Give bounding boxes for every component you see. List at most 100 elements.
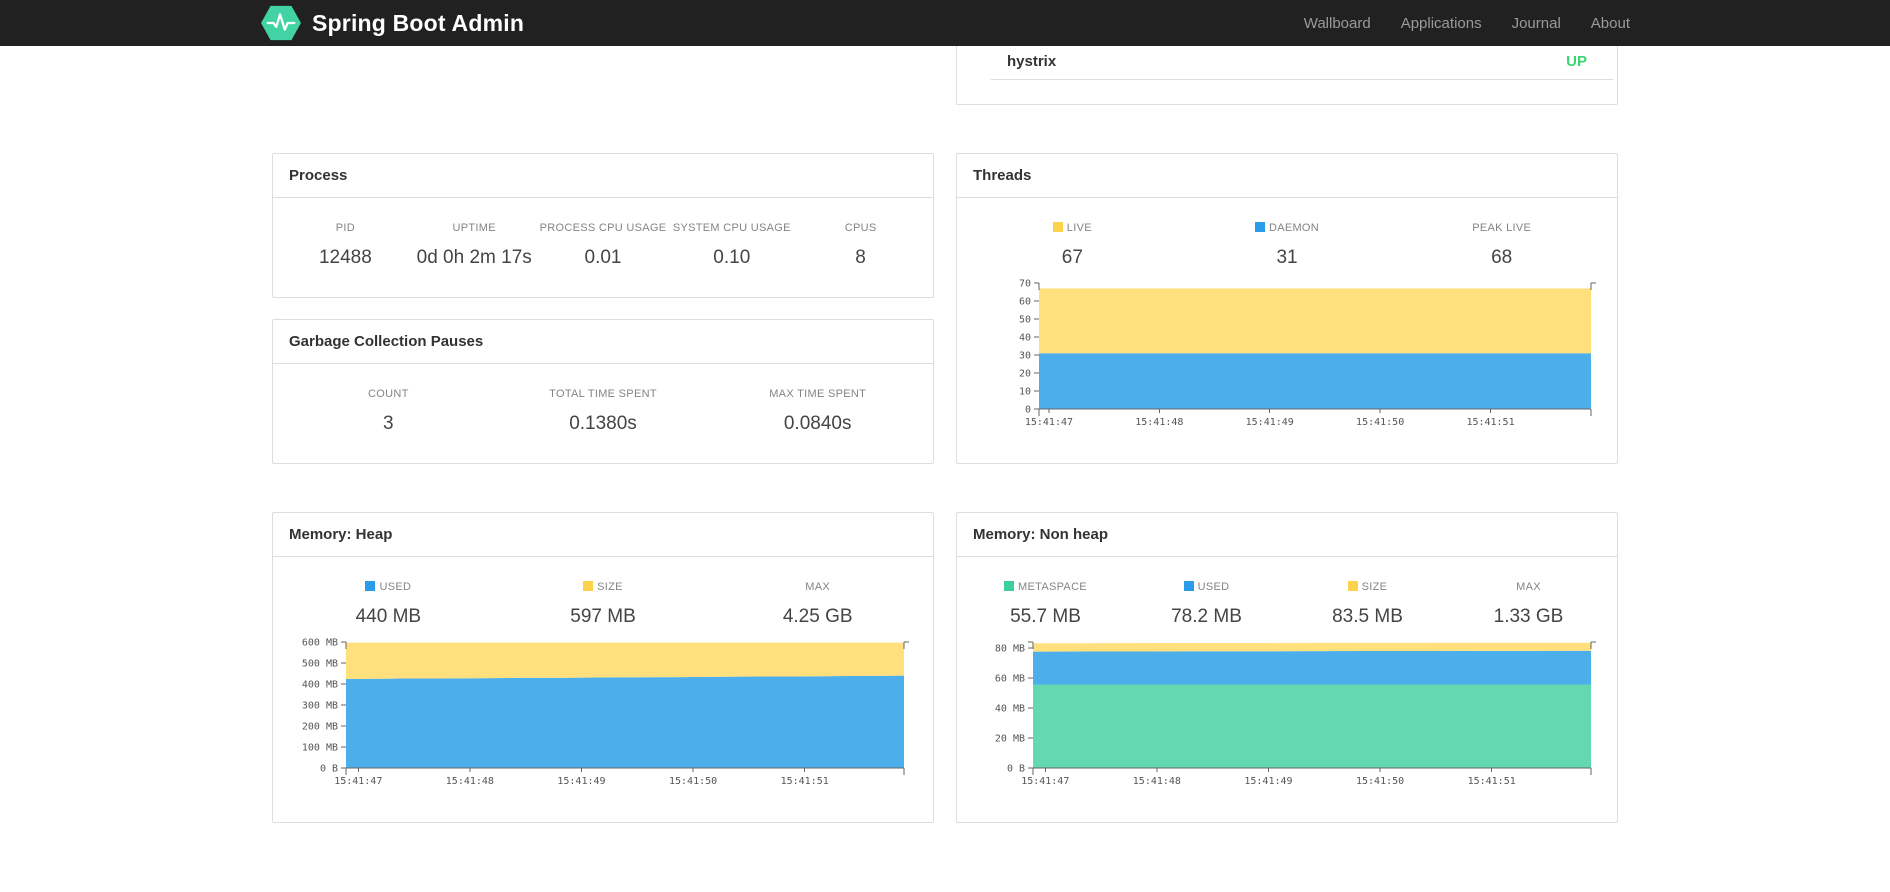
memory-heap-panel: Memory: Heap USED 440 MB SIZE 597 MB MAX… <box>272 512 934 823</box>
svg-text:500 MB: 500 MB <box>302 659 338 670</box>
stat-process-cpu-usage: PROCESS CPU USAGE 0.01 <box>539 222 668 269</box>
stat-label: PID <box>335 222 356 234</box>
live-legend-swatch <box>1052 222 1063 232</box>
stat-uptime: UPTIME 0d 0h 2m 17s <box>410 222 539 269</box>
svg-text:15:41:49: 15:41:49 <box>1246 417 1294 428</box>
svg-text:15:41:50: 15:41:50 <box>1356 417 1404 428</box>
main-content: hystrix UP Process PID 12488 UPTIME 0d 0… <box>272 46 1618 866</box>
stat-used: USED 440 MB <box>281 581 496 628</box>
stat-label: SIZE <box>496 581 711 593</box>
stat-label: MAX <box>805 581 831 593</box>
svg-text:15:41:47: 15:41:47 <box>334 776 382 787</box>
stat-label: TOTAL TIME SPENT <box>549 388 657 400</box>
svg-text:70: 70 <box>1019 279 1031 290</box>
stat-value: 0.1380s <box>569 413 637 434</box>
svg-text:50: 50 <box>1019 315 1031 326</box>
stat-value: 4.25 GB <box>782 606 853 627</box>
used-legend-swatch <box>365 581 376 591</box>
stat-label: COUNT <box>368 388 409 400</box>
stat-metaspace: METASPACE 55.7 MB <box>965 581 1126 628</box>
stat-total-time-spent: TOTAL TIME SPENT 0.1380s <box>496 388 711 435</box>
stat-value: 78.2 MB <box>1171 606 1242 627</box>
memory-heap-area-chart: 0 B 100 MB 200 MB 300 MB 400 MB 500 MB 600 MB 1… <box>302 638 909 787</box>
svg-text:40 MB: 40 MB <box>995 704 1025 715</box>
stat-value: 3 <box>383 413 394 434</box>
size-legend-swatch <box>1347 581 1358 591</box>
panel-title: Memory: Heap <box>273 513 933 557</box>
svg-text:600 MB: 600 MB <box>302 638 338 649</box>
stat-value: 0.0840s <box>783 413 852 434</box>
svg-text:60 MB: 60 MB <box>995 674 1025 685</box>
svg-text:15:41:50: 15:41:50 <box>1356 776 1404 787</box>
stat-label: PEAK LIVE <box>1472 222 1532 234</box>
svg-text:30: 30 <box>1019 351 1031 362</box>
application-status-row[interactable]: hystrix UP <box>991 46 1613 79</box>
stat-label: SIZE <box>1287 581 1448 593</box>
stat-value: 0.01 <box>584 247 622 268</box>
stat-value: 12488 <box>318 247 372 268</box>
stat-daemon: DAEMON 31 <box>1180 222 1395 269</box>
nav-links: Wallboard Applications Journal About <box>1274 15 1630 32</box>
brand[interactable]: Spring Boot Admin <box>260 4 524 42</box>
stat-label: DAEMON <box>1180 222 1395 234</box>
svg-text:200 MB: 200 MB <box>302 722 338 733</box>
stat-value: 83.5 MB <box>1332 606 1403 627</box>
status-badge: UP <box>1566 53 1587 70</box>
svg-text:40: 40 <box>1019 333 1031 344</box>
stat-label: MAX TIME SPENT <box>769 388 867 400</box>
stat-value: 0d 0h 2m 17s <box>416 247 532 268</box>
svg-text:15:41:49: 15:41:49 <box>557 776 605 787</box>
stat-label: USED <box>281 581 496 593</box>
svg-text:20: 20 <box>1019 369 1031 380</box>
stat-max: MAX 1.33 GB <box>1448 581 1609 628</box>
stat-label: MAX <box>1516 581 1541 593</box>
stat-value: 440 MB <box>355 606 422 627</box>
nonheap-stats: METASPACE 55.7 MB USED 78.2 MB SIZE 83.5… <box>957 557 1617 628</box>
svg-text:10: 10 <box>1019 387 1031 398</box>
process-panel: Process PID 12488 UPTIME 0d 0h 2m 17s PR… <box>272 153 934 298</box>
svg-text:15:41:51: 15:41:51 <box>1468 776 1516 787</box>
stat-max-time-spent: MAX TIME SPENT 0.0840s <box>710 388 925 435</box>
nav-link-wallboard[interactable]: Wallboard <box>1304 15 1371 32</box>
pulse-hexagon-icon <box>261 5 301 41</box>
stat-max: MAX 4.25 GB <box>710 581 925 628</box>
garbage-collection-panel: Garbage Collection Pauses COUNT 3 TOTAL … <box>272 319 934 464</box>
svg-text:300 MB: 300 MB <box>302 701 338 712</box>
panel-title: Garbage Collection Pauses <box>273 320 933 364</box>
svg-text:15:41:48: 15:41:48 <box>1135 417 1183 428</box>
svg-text:400 MB: 400 MB <box>302 680 338 691</box>
svg-text:15:41:47: 15:41:47 <box>1021 776 1069 787</box>
stat-count: COUNT 3 <box>281 388 496 435</box>
nav-link-applications[interactable]: Applications <box>1401 15 1482 32</box>
panel-title: Threads <box>957 154 1617 198</box>
application-name-link[interactable]: hystrix <box>1007 53 1056 70</box>
stat-value: 31 <box>1276 247 1298 268</box>
svg-text:15:41:47: 15:41:47 <box>1025 417 1073 428</box>
stat-value: 68 <box>1491 247 1513 268</box>
stat-system-cpu-usage: SYSTEM CPU USAGE 0.10 <box>667 222 796 269</box>
nav-link-journal[interactable]: Journal <box>1512 15 1561 32</box>
stat-used: USED 78.2 MB <box>1126 581 1287 628</box>
navbar-container: Spring Boot Admin Wallboard Applications… <box>260 0 1630 46</box>
threads-stats: LIVE 67 DAEMON 31 PEAK LIVE 68 <box>957 198 1617 269</box>
stat-pid: PID 12488 <box>281 222 410 269</box>
stat-label: LIVE <box>965 222 1180 234</box>
metaspace-legend-swatch <box>1004 581 1015 591</box>
navbar: Spring Boot Admin Wallboard Applications… <box>0 0 1890 46</box>
brand-title: Spring Boot Admin <box>312 9 525 36</box>
svg-text:15:41:51: 15:41:51 <box>781 776 829 787</box>
size-legend-swatch <box>583 581 594 591</box>
stat-label: SYSTEM CPU USAGE <box>672 222 791 234</box>
threads-area-chart: 0 10 20 30 40 50 60 70 15:41:47 15:41:48 15:41:49 1… <box>1019 279 1596 428</box>
stat-value: 597 MB <box>570 606 636 627</box>
stat-value: 55.7 MB <box>1010 606 1081 627</box>
nav-link-about[interactable]: About <box>1591 15 1630 32</box>
daemon-legend-swatch <box>1254 222 1265 232</box>
svg-text:15:41:50: 15:41:50 <box>669 776 717 787</box>
stat-size: SIZE 83.5 MB <box>1287 581 1448 628</box>
memory-nonheap-area-chart: 0 B 20 MB 40 MB 60 MB 80 MB 15:41:47 15:41:48 1… <box>995 641 1596 787</box>
svg-text:0: 0 <box>1025 405 1031 416</box>
stat-label: UPTIME <box>452 222 496 234</box>
stat-label: USED <box>1126 581 1287 593</box>
svg-text:80 MB: 80 MB <box>995 644 1025 655</box>
